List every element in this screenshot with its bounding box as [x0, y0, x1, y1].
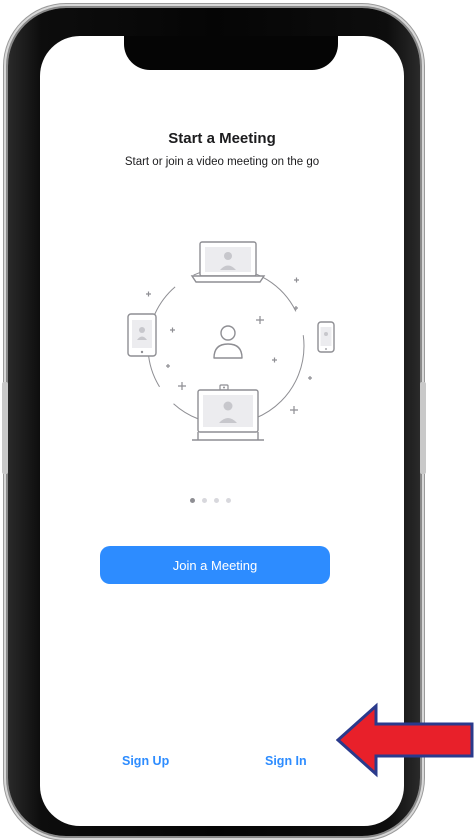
- page-indicator: [190, 498, 250, 506]
- page-dot[interactable]: [226, 498, 231, 503]
- sign-up-link[interactable]: Sign Up: [122, 754, 169, 768]
- phone-side-button-right: [420, 382, 426, 474]
- page-dot[interactable]: [214, 498, 219, 503]
- sign-in-link[interactable]: Sign In: [265, 754, 307, 768]
- page-subtitle: Start or join a video meeting on the go: [124, 156, 320, 168]
- arrow-shape: [336, 702, 474, 778]
- phone-side-button-left: [2, 382, 8, 474]
- phone-icon: [317, 321, 335, 353]
- red-arrow-annotation: [336, 702, 474, 778]
- page-title: Start a Meeting: [168, 130, 276, 147]
- join-meeting-button[interactable]: Join a Meeting: [100, 546, 330, 584]
- laptop-icon: [190, 241, 266, 283]
- conference-display-icon: [192, 384, 264, 441]
- tablet-icon: [127, 313, 157, 357]
- meeting-devices-illustration: [127, 241, 335, 441]
- page-dot[interactable]: [202, 498, 207, 503]
- user-icon: [213, 325, 243, 359]
- page-dot-active[interactable]: [190, 498, 195, 503]
- phone-notch: [124, 36, 338, 70]
